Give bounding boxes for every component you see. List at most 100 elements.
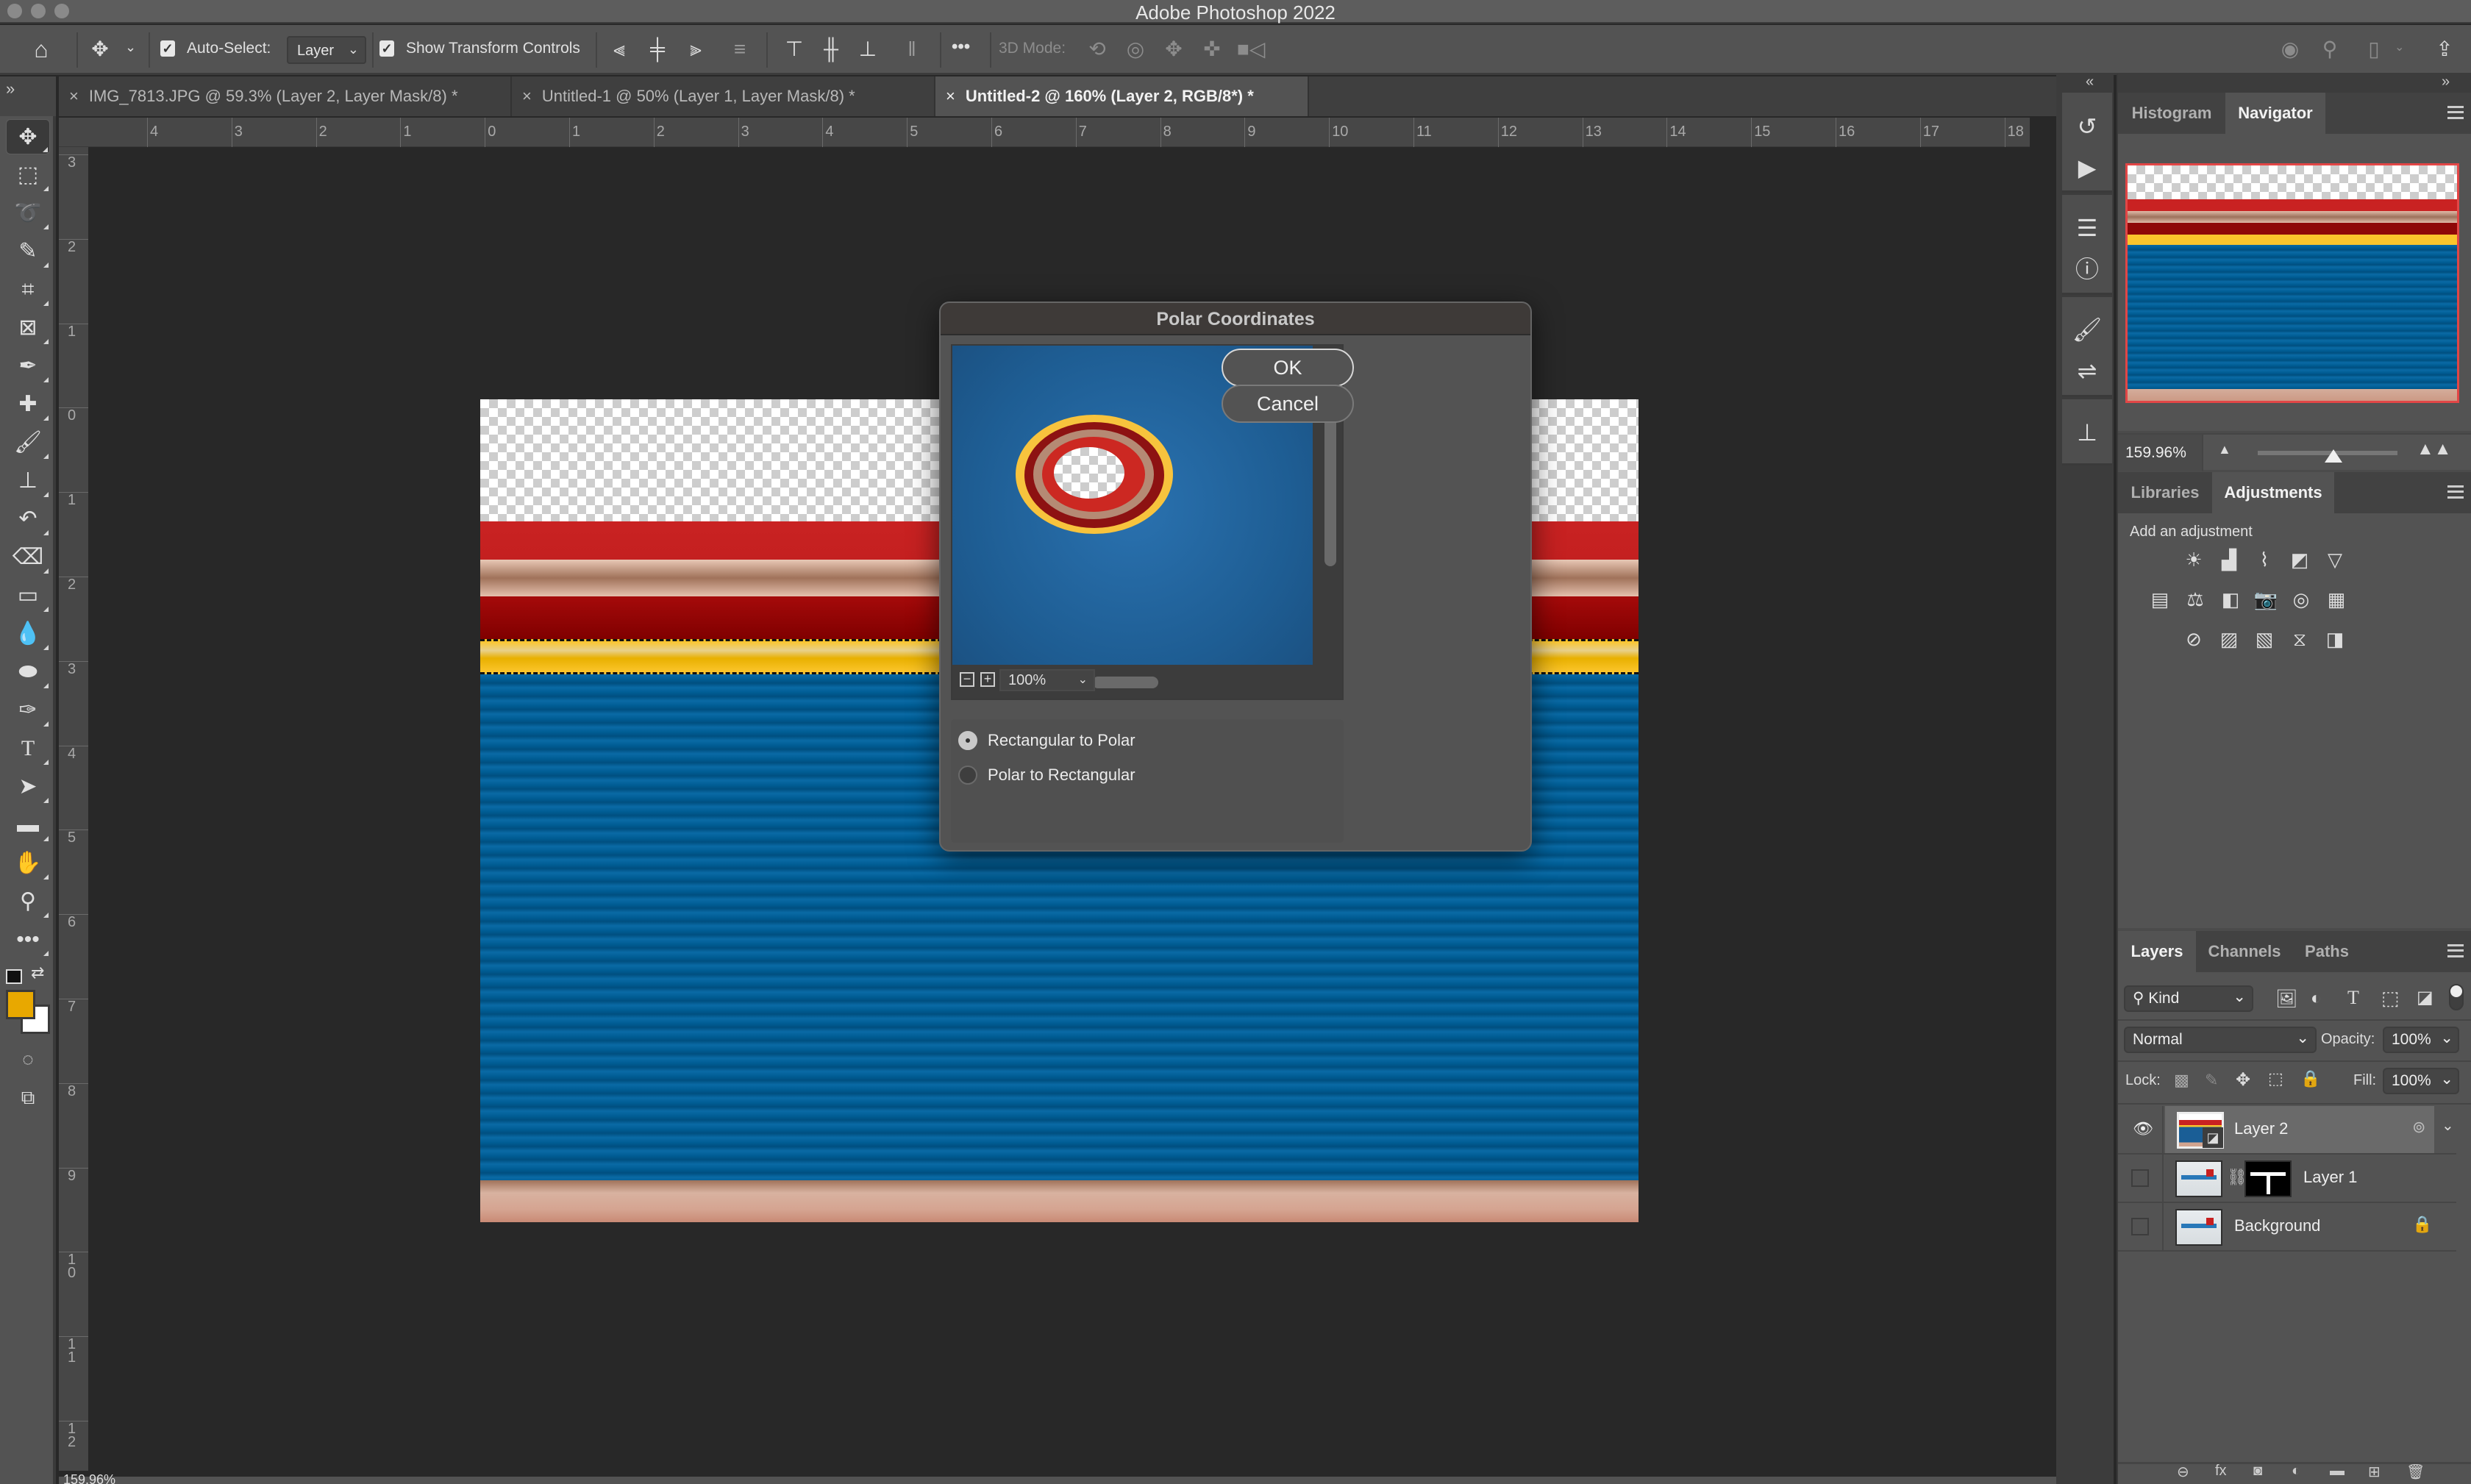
workspace-icon[interactable]: ▯ [2361,35,2387,63]
fx-icon[interactable]: fx [2215,1463,2227,1480]
posterize-icon[interactable]: ▨ [2217,628,2242,650]
lasso-tool[interactable]: ➰ [6,196,50,231]
lock-all-icon[interactable]: 🔒 [2300,1069,2320,1088]
path-selection-tool[interactable]: ➤ [6,769,50,805]
lock-artboard-icon[interactable]: ⬚ [2268,1069,2283,1088]
ok-button[interactable]: OK [1222,349,1354,387]
type-tool[interactable]: T [6,731,50,766]
horizontal-ruler[interactable]: 4 3 2 1 0 1 2 3 4 5 6 7 8 9 10 11 12 13 14 15 16 17 18 [59,118,2030,147]
pen-tool[interactable]: ✑ [6,693,50,728]
history-panel-icon[interactable]: ↺ [2062,106,2112,147]
selective-color-icon[interactable]: ⧖ [2287,628,2312,650]
tab-channels[interactable]: Channels [2197,931,2292,972]
eraser-tool[interactable]: ⌫ [6,540,50,575]
properties-panel-icon[interactable]: ☰ [2062,207,2112,249]
photo-filter-icon[interactable]: 📷 [2253,588,2278,610]
close-tab-icon[interactable]: × [946,87,955,105]
tab-histogram[interactable]: Histogram [2118,93,2225,134]
invert-icon[interactable]: ⊘ [2181,628,2206,650]
color-balance-icon[interactable]: ⚖ [2183,588,2208,610]
lock-transparent-pixels-icon[interactable]: ▩ [2174,1071,2189,1090]
home-icon[interactable]: ⌂ [28,35,54,63]
layer-filter-dropdown[interactable]: ⚲ Kind ⌄ [2124,985,2253,1012]
layer-row-layer-2[interactable]: 👁 ◪ Layer 2 ⊚ ⌄ [2118,1106,2456,1155]
polar-to-rectangular-label[interactable]: Polar to Rectangular [988,766,1135,785]
history-brush-tool[interactable]: ↶ [6,502,50,537]
sponge-tool[interactable]: ⬬ [6,654,50,690]
edit-toolbar[interactable]: ••• [6,922,50,957]
navigator-zoom-slider[interactable] [2258,449,2397,463]
3d-slide-icon[interactable]: ✜ [1199,35,1225,63]
tab-adjustments[interactable]: Adjustments [2212,472,2334,513]
healing-brush-tool[interactable]: ✚ [6,387,50,422]
tab-img-7813[interactable]: × IMG_7813.JPG @ 59.3% (Layer 2, Layer Ma… [59,76,512,116]
link-layers-icon[interactable]: ⊖ [2177,1463,2189,1481]
move-tool[interactable]: ✥ [6,119,50,154]
quick-selection-tool[interactable]: ✎ [6,234,50,269]
blur-tool[interactable]: 💧 [6,616,50,652]
hand-tool[interactable]: ✋ [6,846,50,881]
curves-icon[interactable]: ⌇ [2252,549,2277,571]
filter-adjustment-layers-icon[interactable]: ◐ [2311,988,2322,1009]
hue-saturation-icon[interactable]: ▤ [2147,588,2172,610]
lock-image-pixels-icon[interactable]: ✎ [2205,1071,2218,1090]
layer-lock-icon[interactable]: 🔒 [2412,1215,2432,1234]
brightness-contrast-icon[interactable]: ☀ [2181,549,2206,571]
search-icon[interactable]: ⚲ [2317,35,2343,63]
layer-row-background[interactable]: Background 🔒 [2118,1203,2456,1252]
expand-panels-icon[interactable]: » [2442,74,2450,90]
eyedropper-tool[interactable]: ✒ [6,349,50,384]
distribute-vertical-icon[interactable]: ≡ [727,35,753,63]
chevron-down-icon[interactable]: ⌄ [2442,1116,2454,1135]
3d-roll-icon[interactable]: ◎ [1122,35,1149,63]
more-options-button[interactable]: ••• [952,37,970,57]
show-transform-checkbox[interactable]: ✓ [379,40,394,57]
add-mask-icon[interactable]: ◙ [2253,1463,2262,1480]
new-group-icon[interactable]: ▬ [2330,1463,2345,1480]
chevron-down-icon[interactable]: ⌄ [2395,40,2404,54]
collapse-panels-icon[interactable]: « [2086,74,2094,90]
brush-tool[interactable]: 🖌 [6,425,50,460]
status-zoom[interactable]: 159.96% [63,1472,115,1484]
clone-source-panel-icon[interactable]: ⊥ [2062,412,2112,453]
gradient-map-icon[interactable]: ◨ [2322,628,2347,650]
brushes-panel-icon[interactable]: 🖌 [2062,309,2112,350]
panel-menu-icon[interactable] [2447,106,2464,119]
chevron-down-icon[interactable]: ⌄ [2440,1068,2453,1091]
filter-shape-layers-icon[interactable]: ⬚ [2381,987,2400,1010]
delete-layer-icon[interactable]: 🗑 [2406,1463,2425,1481]
align-right-icon[interactable]: ⫸ [682,35,709,63]
new-layer-icon[interactable]: ⊞ [2368,1463,2381,1481]
gradient-tool[interactable]: ▭ [6,578,50,613]
align-left-icon[interactable]: ⫷ [606,35,632,63]
filter-toggle[interactable] [2449,984,2464,1010]
3d-pan-icon[interactable]: ✥ [1160,35,1187,63]
preview-horizontal-scrollbar[interactable] [1092,677,1158,688]
visibility-toggle[interactable] [2131,1218,2149,1235]
screen-mode-icon[interactable]: ⧉ [6,1080,50,1115]
clone-stamp-tool[interactable]: ⊥ [6,463,50,499]
align-vertical-center-icon[interactable]: ╫ [818,35,844,63]
tab-libraries[interactable]: Libraries [2118,472,2212,513]
linked-layers-icon[interactable]: ⊚ [2412,1118,2425,1137]
auto-select-checkbox[interactable]: ✓ [160,40,175,57]
cancel-button[interactable]: Cancel [1222,385,1354,423]
filter-pixel-layers-icon[interactable]: 🖼 [2275,988,2297,1010]
rectangular-marquee-tool[interactable]: ⬚ [6,157,50,193]
fill-field[interactable]: 100% ⌄ [2383,1068,2459,1094]
rectangular-to-polar-label[interactable]: Rectangular to Polar [988,731,1135,750]
polar-to-rectangular-radio[interactable] [958,766,977,785]
levels-icon[interactable]: ▟ [2217,549,2242,571]
layer-name[interactable]: Layer 1 [2303,1168,2357,1187]
actions-panel-icon[interactable]: ▶ [2062,147,2112,188]
toolbar-collapse-button[interactable]: » [0,76,56,116]
adjustment-layer-icon[interactable]: ◐ [2292,1463,2300,1480]
tab-navigator[interactable]: Navigator [2225,93,2325,134]
opacity-field[interactable]: 100% ⌄ [2383,1027,2459,1053]
layer-name[interactable]: Layer 2 [2234,1119,2288,1138]
rectangle-tool[interactable]: ▬ [6,807,50,843]
close-tab-icon[interactable]: × [69,87,79,105]
preview-zoom-dropdown[interactable]: 100% ⌄ [999,669,1095,691]
visibility-toggle[interactable] [2131,1169,2149,1187]
align-bottom-icon[interactable]: ⊥ [855,35,881,63]
